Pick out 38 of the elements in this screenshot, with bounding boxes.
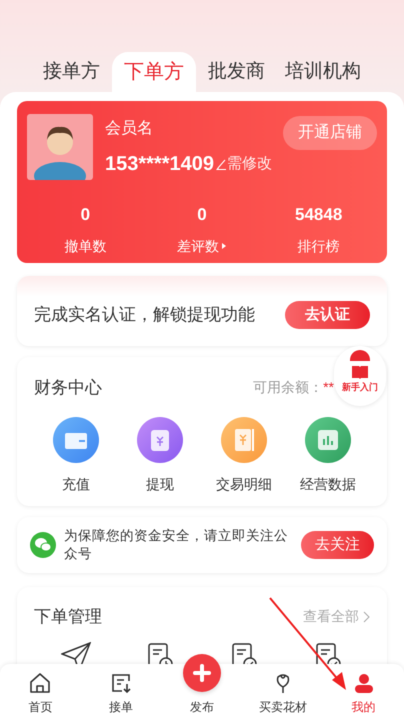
book-icon [351, 365, 369, 379]
home-icon [28, 671, 52, 695]
tab[interactable]: 下单方 [112, 52, 196, 92]
nav-tab[interactable]: 首页 [0, 664, 81, 720]
document-arrow-icon [109, 671, 134, 695]
tab[interactable]: 接单方 [35, 52, 108, 92]
nav-tab[interactable]: 发布 [190, 694, 214, 720]
chevron-right-icon [362, 610, 370, 623]
wallet-icon [53, 416, 99, 462]
wechat-text: 为保障您的资金安全，请立即关注公众号 [64, 527, 289, 563]
nav-tab[interactable]: 接单 [80, 664, 162, 720]
finance-action[interactable]: 充值 [34, 416, 118, 494]
tab[interactable]: 批发商 [200, 52, 273, 92]
nav-tab[interactable]: 买卖花材 [242, 664, 324, 720]
avatar [27, 114, 93, 180]
verification-text: 完成实名认证，解锁提现功能 [34, 304, 255, 326]
stat-value: 0 [197, 204, 207, 226]
balance-label: 可用余额： [253, 378, 324, 398]
plus-icon [193, 664, 211, 682]
wechat-icon [30, 532, 56, 558]
finance-action[interactable]: 经营数据 [286, 416, 370, 494]
caret-icon [220, 242, 227, 250]
phone-number: 153****1409 [105, 152, 214, 177]
finance-action[interactable]: 交易明细 [202, 416, 286, 494]
stat-value: 0 [80, 204, 90, 226]
ledger-icon [221, 416, 267, 462]
member-name: 会员名 [105, 119, 154, 139]
follow-button[interactable]: 去关注 [301, 531, 374, 559]
order-title: 下单管理 [34, 606, 102, 628]
nav-tab[interactable]: 我的 [323, 664, 404, 720]
tab[interactable]: 培训机构 [277, 52, 369, 92]
stat-value: 54848 [295, 204, 342, 226]
finance-title: 财务中心 [34, 377, 102, 399]
stats-icon [305, 416, 351, 462]
balance-value: ** [323, 378, 334, 398]
verify-button[interactable]: 去认证 [285, 301, 370, 329]
finance-action[interactable]: 提现 [118, 416, 202, 494]
stat-label[interactable]: 撤单数 [64, 236, 106, 256]
